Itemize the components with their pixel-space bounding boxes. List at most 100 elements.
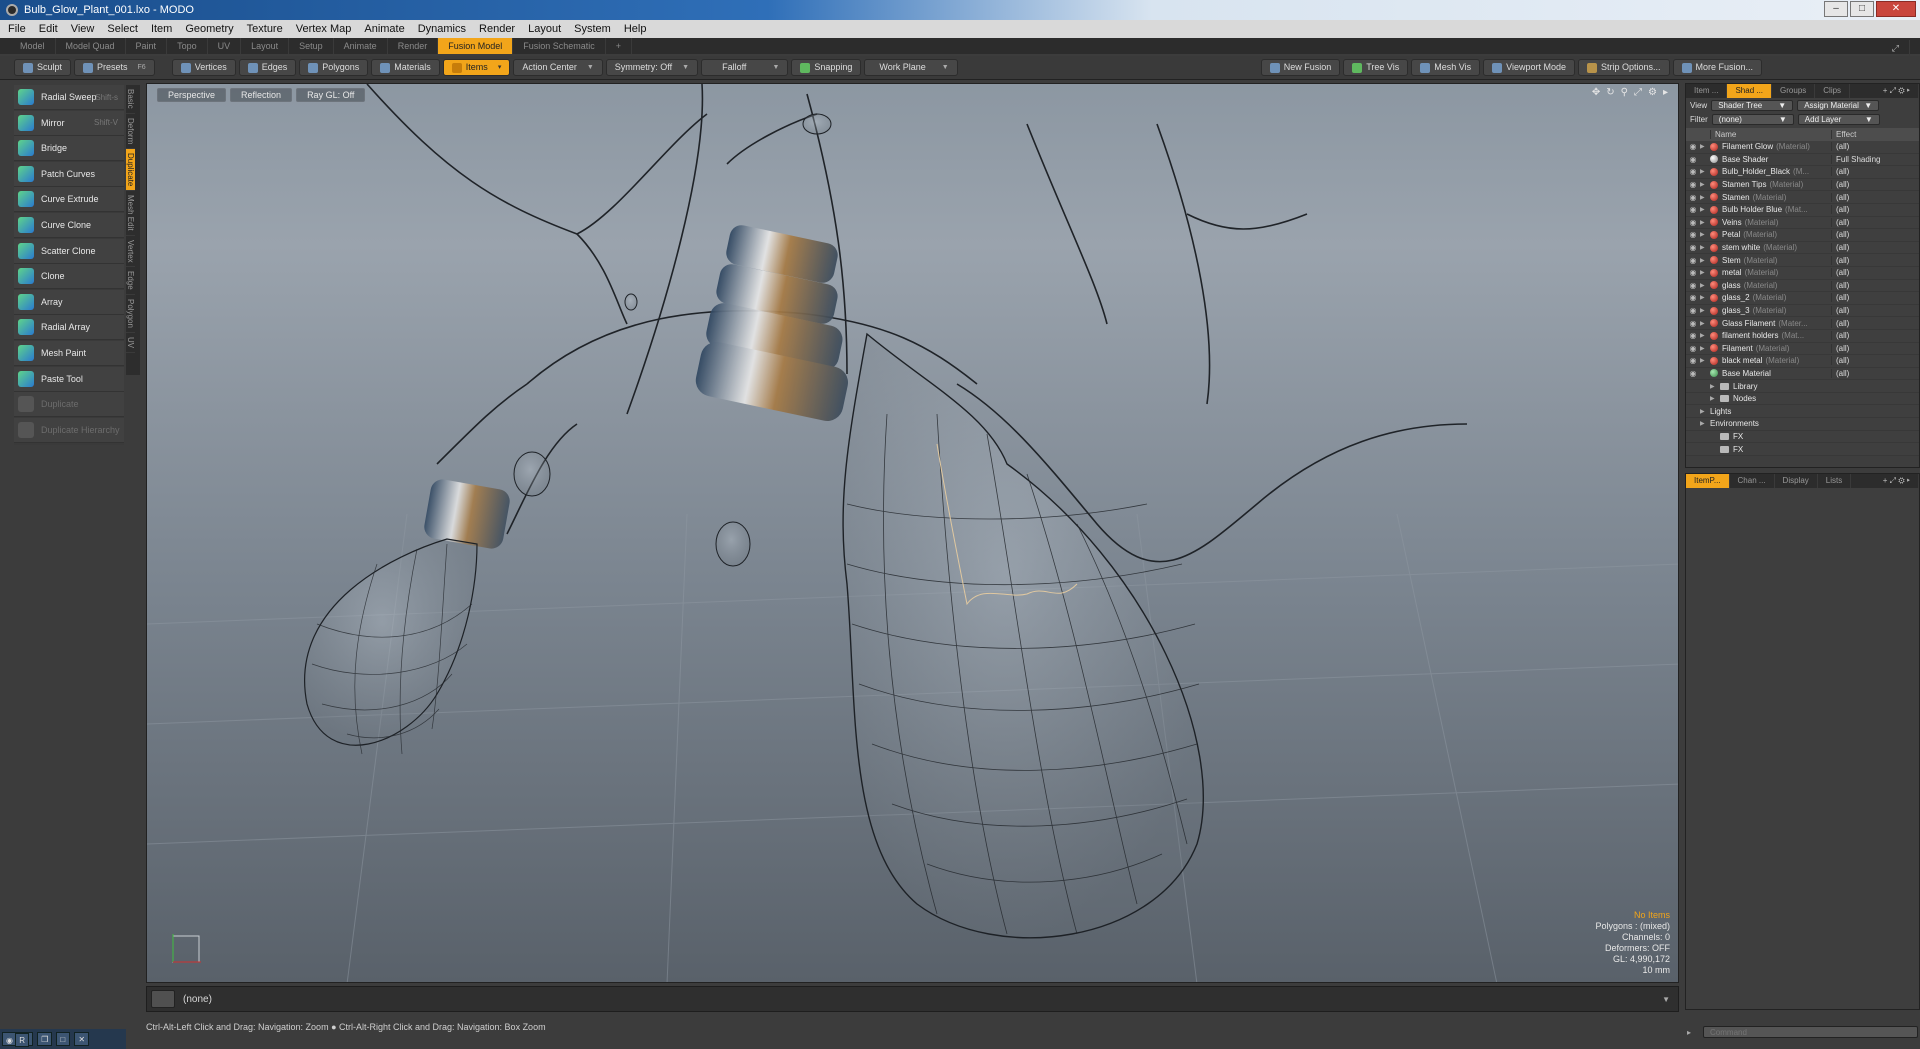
menu-vertex-map[interactable]: Vertex Map bbox=[296, 23, 352, 35]
taskbar-app-button[interactable]: ◉ R bbox=[2, 1032, 34, 1047]
expand-arrow-icon[interactable]: ▶ bbox=[1710, 383, 1720, 390]
expand-arrow-icon[interactable]: ▶ bbox=[1700, 219, 1710, 226]
layout-tab-fusion-schematic[interactable]: Fusion Schematic bbox=[513, 38, 606, 54]
raygl-dropdown[interactable]: Ray GL: Off bbox=[296, 88, 366, 102]
action-center-dropdown[interactable]: Action Center ▼ bbox=[513, 59, 603, 76]
assign-material-dropdown[interactable]: Assign Material ▼ bbox=[1797, 99, 1880, 111]
materials-button[interactable]: Materials bbox=[371, 59, 440, 76]
selection-swatch[interactable] bbox=[151, 990, 175, 1008]
layout-tab-model[interactable]: Model bbox=[10, 38, 56, 54]
layout-tab-setup[interactable]: Setup bbox=[289, 38, 334, 54]
paste-tool-button[interactable]: Paste Tool bbox=[14, 366, 124, 392]
add-layout-button[interactable]: + bbox=[606, 38, 633, 54]
shader-row[interactable]: ◉ ▶ Bulb Holder Blue (Mat... (all) bbox=[1686, 203, 1919, 217]
layout-tab-uv[interactable]: UV bbox=[208, 38, 242, 54]
layout-tab-animate[interactable]: Animate bbox=[334, 38, 388, 54]
eye-icon[interactable]: ◉ bbox=[1686, 230, 1700, 239]
panel-options-icon[interactable]: + ⤢ ⚙ ▸ bbox=[1875, 84, 1919, 98]
shader-row[interactable]: ◉ ▶ Petal (Material) (all) bbox=[1686, 229, 1919, 242]
tree-folder-row[interactable]: ▶ Lights bbox=[1686, 405, 1919, 419]
expand-arrow-icon[interactable]: ▶ bbox=[1700, 143, 1710, 150]
shader-row[interactable]: ◉ ▶ glass_2 (Material) (all) bbox=[1686, 292, 1919, 305]
duplicate-button[interactable]: Duplicate bbox=[14, 392, 124, 418]
eye-icon[interactable]: ◉ bbox=[1686, 218, 1700, 227]
tab-groups[interactable]: Groups bbox=[1772, 84, 1816, 98]
tree-folder-row[interactable]: ▶ Library bbox=[1686, 380, 1919, 393]
tab-mesh-edit[interactable]: Mesh Edit bbox=[126, 191, 135, 236]
settings-icon[interactable]: ⚙ bbox=[1648, 87, 1657, 98]
tab-clips[interactable]: Clips bbox=[1815, 84, 1851, 98]
curve-clone-button[interactable]: Curve Clone bbox=[14, 212, 124, 238]
mesh-paint-button[interactable]: Mesh Paint bbox=[14, 340, 124, 366]
expand-arrow-icon[interactable]: ▶ bbox=[1700, 307, 1710, 314]
eye-icon[interactable]: ◉ bbox=[1686, 155, 1700, 164]
snapping-button[interactable]: Snapping bbox=[791, 59, 862, 76]
fit-icon[interactable]: ⤢ bbox=[1634, 87, 1642, 98]
eye-icon[interactable]: ◉ bbox=[1686, 256, 1700, 265]
tab-item-properties[interactable]: ItemP... bbox=[1686, 474, 1730, 488]
eye-icon[interactable]: ◉ bbox=[1686, 268, 1700, 277]
maximize-layout-icon[interactable]: ⤢ bbox=[1882, 40, 1910, 56]
taskbar-restore-icon[interactable]: ❐ bbox=[37, 1032, 53, 1046]
shader-row[interactable]: ◉ ▶ Stamen (Material) (all) bbox=[1686, 191, 1919, 204]
viewport-mode-button[interactable]: Viewport Mode bbox=[1483, 59, 1575, 76]
eye-icon[interactable]: ◉ bbox=[1686, 180, 1700, 189]
presets-button[interactable]: Presets F6 bbox=[74, 59, 155, 76]
falloff-dropdown[interactable]: Falloff ▼ bbox=[701, 59, 789, 76]
expand-arrow-icon[interactable]: ▶ bbox=[1700, 332, 1710, 339]
maximize-button[interactable]: □ bbox=[1850, 1, 1874, 17]
tree-folder-row[interactable]: ▶ Environments bbox=[1686, 418, 1919, 431]
shader-row[interactable]: ◉ Base Material (all) bbox=[1686, 367, 1919, 381]
layout-tab-layout[interactable]: Layout bbox=[241, 38, 290, 54]
eye-icon[interactable]: ◉ bbox=[1686, 369, 1700, 378]
expand-arrow-icon[interactable]: ▶ bbox=[1700, 206, 1710, 213]
menu-texture[interactable]: Texture bbox=[247, 23, 283, 35]
menu-system[interactable]: System bbox=[574, 23, 611, 35]
menu-item[interactable]: Item bbox=[151, 23, 172, 35]
view-type-dropdown[interactable]: Perspective bbox=[157, 88, 227, 102]
shader-row[interactable]: ◉ ▶ glass (Material) (all) bbox=[1686, 279, 1919, 293]
shader-row[interactable]: ◉ ▶ filament holders (Mat... (all) bbox=[1686, 329, 1919, 343]
3d-viewport[interactable]: Perspective Reflection Ray GL: Off ✥ ↻ ⚲… bbox=[146, 83, 1679, 983]
layout-tab-fusion-model[interactable]: Fusion Model bbox=[438, 38, 514, 54]
shader-row[interactable]: ◉ ▶ Filament (Material) (all) bbox=[1686, 342, 1919, 356]
tree-folder-row[interactable]: ▶ Nodes bbox=[1686, 392, 1919, 406]
menu-edit[interactable]: Edit bbox=[39, 23, 58, 35]
menu-geometry[interactable]: Geometry bbox=[185, 23, 233, 35]
symmetry-dropdown[interactable]: Symmetry: Off ▼ bbox=[605, 59, 699, 76]
radial-sweep-button[interactable]: Radial Sweep Shift-s bbox=[14, 85, 124, 110]
sculpt-button[interactable]: Sculpt bbox=[14, 59, 72, 76]
layout-tab-topo[interactable]: Topo bbox=[167, 38, 208, 54]
expand-arrow-icon[interactable]: ▶ bbox=[1700, 408, 1710, 415]
duplicate-hierarchy-button[interactable]: Duplicate Hierarchy bbox=[14, 417, 124, 443]
shader-row[interactable]: ◉ ▶ Bulb_Holder_Black (M... (all) bbox=[1686, 166, 1919, 179]
edges-button[interactable]: Edges bbox=[238, 59, 297, 76]
eye-icon[interactable]: ◉ bbox=[1686, 344, 1700, 353]
taskbar-close-icon[interactable]: ✕ bbox=[74, 1032, 90, 1046]
expand-arrow-icon[interactable]: ▶ bbox=[1700, 294, 1710, 301]
expand-arrow-icon[interactable]: ▶ bbox=[1710, 395, 1720, 402]
filter-dropdown[interactable]: (none) ▼ bbox=[1711, 113, 1794, 125]
patch-curves-button[interactable]: Patch Curves bbox=[14, 161, 124, 187]
tab-basic[interactable]: Basic bbox=[126, 85, 135, 114]
shader-row[interactable]: ◉ ▶ Veins (Material) (all) bbox=[1686, 216, 1919, 230]
expand-arrow-icon[interactable]: ▶ bbox=[1700, 168, 1710, 175]
eye-icon[interactable]: ◉ bbox=[1686, 205, 1700, 214]
menu-render[interactable]: Render bbox=[479, 23, 515, 35]
rotate-icon[interactable]: ↻ bbox=[1606, 87, 1614, 98]
array-button[interactable]: Array bbox=[14, 289, 124, 315]
view-dropdown[interactable]: Shader Tree ▼ bbox=[1711, 99, 1794, 111]
tree-folder-row[interactable]: FX bbox=[1686, 443, 1919, 456]
expand-arrow-icon[interactable]: ▶ bbox=[1700, 194, 1710, 201]
shader-row[interactable]: ◉ ▶ Stamen Tips (Material) (all) bbox=[1686, 178, 1919, 192]
menu-dynamics[interactable]: Dynamics bbox=[418, 23, 466, 35]
eye-icon[interactable]: ◉ bbox=[1686, 331, 1700, 340]
scatter-clone-button[interactable]: Scatter Clone bbox=[14, 238, 124, 264]
strip-options-button[interactable]: Strip Options... bbox=[1578, 59, 1670, 76]
menu-help[interactable]: Help bbox=[624, 23, 647, 35]
tab-duplicate[interactable]: Duplicate bbox=[126, 148, 135, 192]
tab-display[interactable]: Display bbox=[1775, 474, 1818, 488]
eye-icon[interactable]: ◉ bbox=[1686, 167, 1700, 176]
menu-view[interactable]: View bbox=[71, 23, 95, 35]
pan-icon[interactable]: ✥ bbox=[1592, 87, 1600, 98]
